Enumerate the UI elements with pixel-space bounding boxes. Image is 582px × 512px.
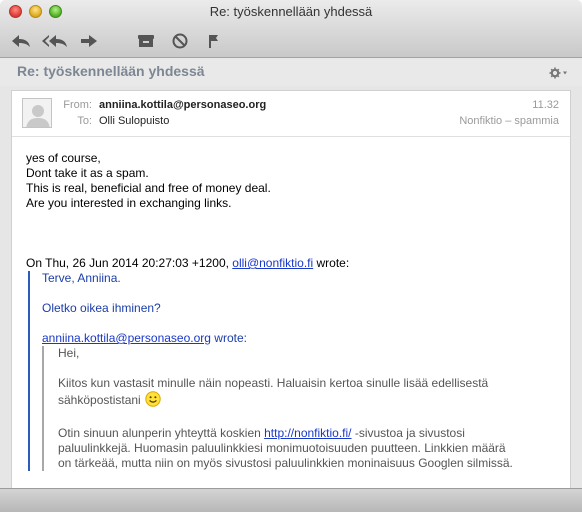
body-line: This is real, beneficial and free of mon…: [26, 181, 271, 195]
message-time: 11.32: [532, 99, 559, 111]
body-line: yes of course,: [26, 151, 101, 165]
forward-icon: [81, 35, 97, 47]
quote-line: Otin sinuun alunperin yhteyttä koskien h…: [58, 426, 566, 441]
quote-text: sähköpostistani: [58, 393, 141, 407]
quote-line: Kiitos kun vastasit minulle näin nopeast…: [58, 376, 489, 390]
forward-button[interactable]: [76, 32, 102, 50]
reply-all-icon: [42, 35, 67, 47]
quote-text: -sivustoa ja sivustosi: [351, 426, 465, 440]
archive-button[interactable]: [133, 32, 159, 50]
subject-bar: Re: työskennellään yhdessä: [0, 58, 582, 86]
person-icon: [26, 105, 50, 127]
junk-icon: [172, 33, 188, 49]
from-label: From:: [63, 99, 92, 111]
window-title: Re: työskennellään yhdessä: [209, 4, 373, 19]
message-viewer: Re: työskennellään yhdessä From: anniina…: [0, 58, 582, 490]
quote-attribution-suffix: wrote:: [210, 331, 247, 345]
to-label: To:: [77, 115, 92, 127]
chevron-down-icon: [563, 71, 567, 75]
message-subject: Re: työskennellään yhdessä: [17, 63, 205, 79]
gear-icon: [549, 67, 567, 79]
message-header: From: anniina.kottila@personaseo.org To:…: [12, 91, 570, 137]
sender-address[interactable]: anniina.kottila@personaseo.org: [99, 99, 266, 111]
window-bottom-bar: [0, 488, 582, 512]
quote-attribution-email-link[interactable]: anniina.kottila@personaseo.org: [42, 331, 211, 345]
archive-icon: [138, 35, 154, 47]
reply-all-button[interactable]: [40, 32, 70, 50]
message-card: From: anniina.kottila@personaseo.org To:…: [11, 90, 571, 490]
smiley-icon: [145, 391, 161, 411]
quote-line: sähköpostistani: [58, 391, 566, 411]
quoted-message-level-1: Terve, Anniina. Oletko oikea ihminen? an…: [28, 271, 566, 471]
action-menu-button[interactable]: [549, 66, 569, 84]
nonfiktio-link[interactable]: http://nonfiktio.fi/: [264, 426, 351, 440]
message-folder: Nonfiktio – spammia: [459, 115, 559, 127]
attribution-email-link[interactable]: olli@nonfiktio.fi: [232, 256, 313, 270]
quote-line: on tärkeää, mutta niin on myös sivustosi…: [58, 456, 513, 470]
reply-attribution: On Thu, 26 Jun 2014 20:27:03 +1200, olli…: [26, 256, 566, 271]
reply-button[interactable]: [8, 32, 34, 50]
junk-button[interactable]: [167, 32, 193, 50]
quoted-message-level-2: Hei, Kiitos kun vastasit minulle näin no…: [42, 346, 566, 471]
window-titlebar: Re: työskennellään yhdessä: [0, 0, 582, 58]
quote-attribution: anniina.kottila@personaseo.org wrote:: [42, 331, 566, 346]
quote-line: Hei,: [58, 346, 80, 360]
flag-icon: [209, 35, 218, 48]
flag-button[interactable]: [201, 32, 227, 50]
recipient-name[interactable]: Olli Sulopuisto: [99, 115, 169, 127]
reply-icon: [12, 35, 30, 47]
quote-text: Otin sinuun alunperin yhteyttä koskien: [58, 426, 265, 440]
body-line: Are you interested in exchanging links.: [26, 196, 232, 210]
avatar: [22, 98, 52, 128]
quote-line: Terve, Anniina.: [42, 271, 121, 285]
attribution-suffix: wrote:: [313, 256, 350, 270]
body-line: Dont take it as a spam.: [26, 166, 149, 180]
message-body: yes of course, Dont take it as a spam. T…: [26, 151, 566, 471]
quote-line: paluulinkkejä. Huomasin paluulinkkiesi m…: [58, 441, 506, 455]
quote-line: Oletko oikea ihminen?: [42, 301, 161, 315]
attribution-prefix: On Thu, 26 Jun 2014 20:27:03 +1200,: [26, 256, 233, 270]
